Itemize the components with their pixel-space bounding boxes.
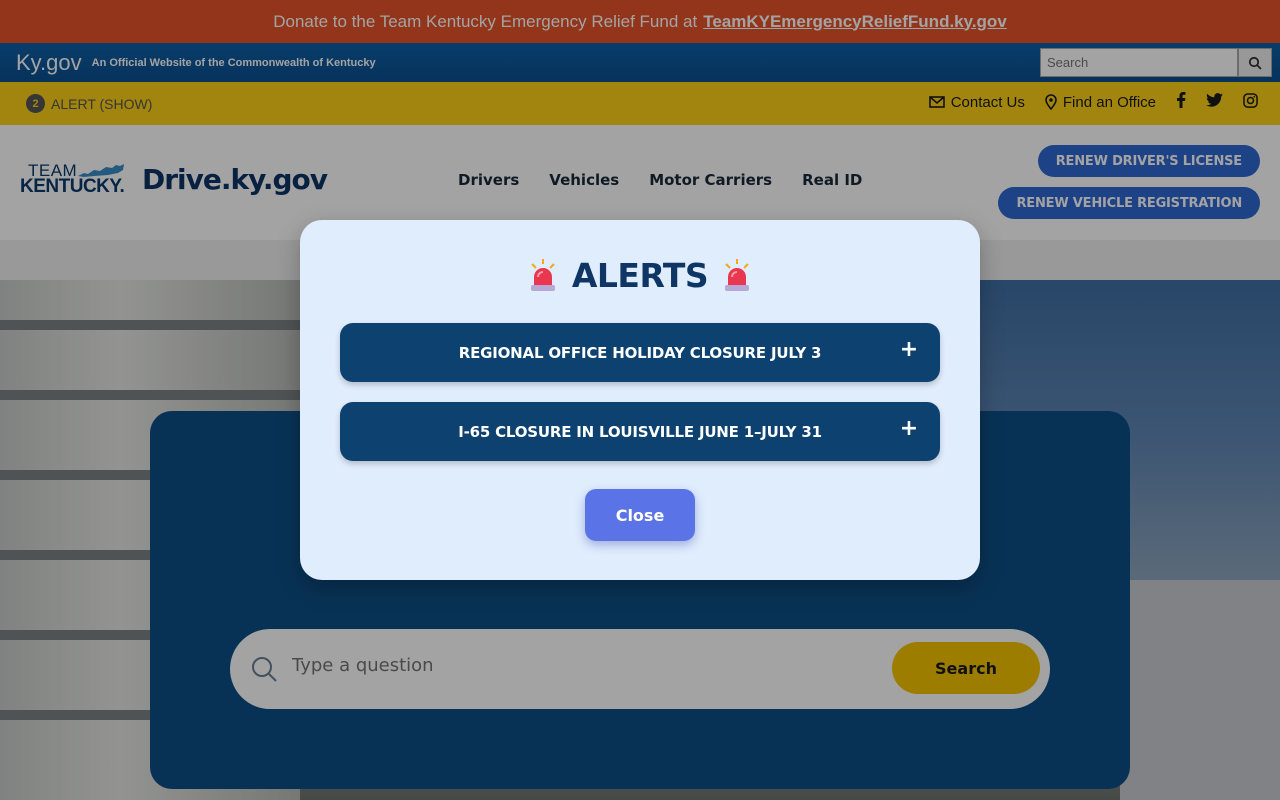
expand-icon: + (899, 337, 918, 362)
alert-accordion-title: I-65 CLOSURE IN LOUISVILLE JUNE 1–JULY 3… (458, 422, 822, 441)
alert-accordion-holiday-closure[interactable]: REGIONAL OFFICE HOLIDAY CLOSURE JULY 3 + (340, 323, 940, 382)
siren-icon (530, 258, 555, 291)
close-button[interactable]: Close (585, 489, 695, 541)
siren-icon (725, 258, 750, 291)
alert-accordion-i65-closure[interactable]: I-65 CLOSURE IN LOUISVILLE JUNE 1–JULY 3… (340, 402, 940, 461)
expand-icon: + (899, 416, 918, 441)
alerts-modal: ALERTS REGIONAL OFFICE HOLIDAY CLOSURE J… (300, 220, 980, 580)
alert-accordion-title: REGIONAL OFFICE HOLIDAY CLOSURE JULY 3 (458, 343, 822, 362)
alerts-title-text: ALERTS (571, 256, 709, 295)
alerts-modal-title: ALERTS (300, 256, 980, 295)
